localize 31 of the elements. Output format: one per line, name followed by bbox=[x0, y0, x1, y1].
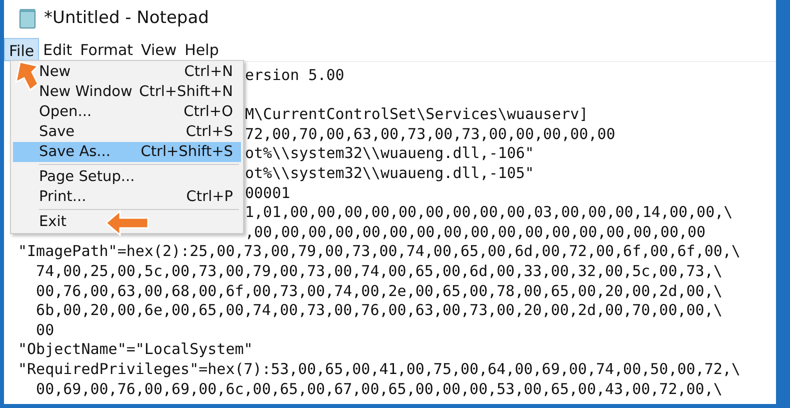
menu-item[interactable]: Print... Ctrl+P bbox=[13, 187, 241, 207]
code-line: 6b,00,20,00,6e,00,65,00,74,00,73,00,76,00,63,00,73,00,20,00,2d,00,70,00,00,\ bbox=[35, 301, 722, 320]
menu-item[interactable]: Page Setup... bbox=[13, 167, 241, 187]
code-line: M\CurrentControlSet\Services\wuauserv] bbox=[245, 105, 588, 124]
code-line: 1,01,00,00,00,00,00,00,00,00,00,03,00,00,00,14,00,00,\ bbox=[245, 203, 733, 222]
code-line: "RequiredPrivileges"=hex(7):53,00,65,00,41,00,75,00,64,00,69,00,74,00,50,00,72,\ bbox=[18, 360, 740, 378]
code-line: "ObjectName"="LocalSystem" bbox=[18, 340, 253, 358]
menu-item[interactable]: New Ctrl+N bbox=[13, 62, 241, 82]
code-line: ot%\\system32\\wuaueng.dll,-105" bbox=[245, 164, 534, 182]
notepad-icon bbox=[18, 8, 38, 30]
code-line: ot%\\system32\\wuaueng.dll,-106" bbox=[245, 144, 534, 162]
code-line: 72,00,70,00,63,00,73,00,73,00,00,00,00,00 bbox=[245, 124, 616, 143]
menu-item[interactable]: Format bbox=[76, 38, 138, 61]
code-line: 00 bbox=[35, 320, 54, 339]
menu-item[interactable]: Save As... Ctrl+Shift+S bbox=[13, 142, 241, 162]
code-line: ersion 5.00 bbox=[245, 66, 344, 84]
menu-item[interactable]: File bbox=[4, 38, 40, 61]
code-line: ,00,00,00,00,00,00,00,00,00,00,00,00,00,00,00,00,00 bbox=[245, 222, 706, 241]
menu-item[interactable]: Save Ctrl+S bbox=[13, 122, 241, 142]
menu-item[interactable]: Help bbox=[180, 38, 223, 61]
code-line: 00001 bbox=[245, 184, 290, 202]
code-line: "ImagePath"=hex(2):25,00,73,00,79,00,73,00,74,00,65,00,6d,00,72,00,6f,00,6f,00,\ bbox=[18, 242, 740, 260]
window-title: *Untitled - Notepad bbox=[44, 7, 209, 30]
menu-item[interactable]: Edit bbox=[39, 38, 76, 61]
menu-item[interactable]: View bbox=[137, 38, 181, 61]
menu-item[interactable]: Exit bbox=[13, 212, 241, 232]
code-line: 00,76,00,63,00,68,00,6f,00,73,00,74,00,2e,00,65,00,78,00,65,00,20,00,2d,00,\ bbox=[35, 282, 722, 300]
code-line: 74,00,25,00,5c,00,73,00,79,00,73,00,74,00,65,00,6d,00,33,00,32,00,5c,00,73,\ bbox=[35, 262, 722, 280]
menu-item[interactable]: Open... Ctrl+O bbox=[13, 102, 241, 122]
code-line: 00,69,00,76,00,69,00,6c,00,65,00,67,00,65,00,00,00,53,00,65,00,43,00,72,00,\ bbox=[35, 380, 722, 398]
menu-item[interactable]: New Window Ctrl+Shift+N bbox=[13, 82, 241, 102]
